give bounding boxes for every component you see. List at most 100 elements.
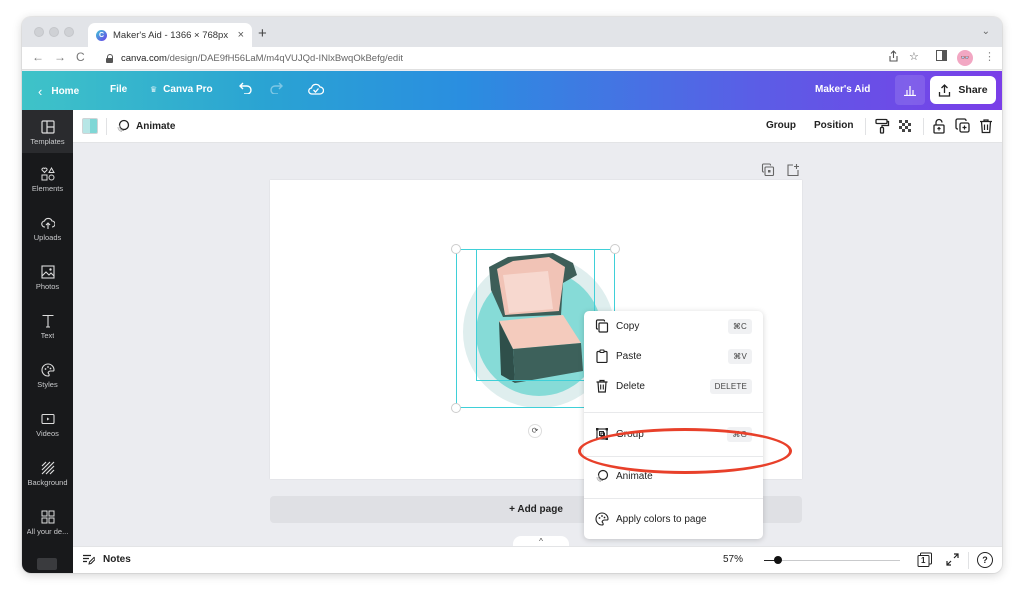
context-toolbar: Animate Group Position (73, 110, 1002, 143)
help-icon: ? (982, 555, 988, 565)
color-swatch-button[interactable] (82, 118, 98, 134)
shortcut-badge: ⌘C (727, 318, 752, 334)
transparency-checker-icon[interactable] (897, 118, 913, 134)
zoom-slider-thumb[interactable] (773, 556, 782, 564)
sidebar-item-text[interactable]: Text (22, 314, 73, 340)
copy-icon (595, 319, 609, 333)
share-page-icon[interactable] (888, 50, 899, 65)
menu-item-apply-colors[interactable]: Apply colors to page (584, 504, 763, 534)
add-page-icon[interactable] (786, 163, 800, 177)
resize-handle-top-right[interactable] (610, 244, 620, 254)
minimize-window-button[interactable] (49, 27, 59, 37)
shortcut-badge: DELETE (709, 378, 752, 394)
menu-item-label: Copy (616, 320, 640, 332)
uploads-icon (40, 217, 55, 229)
trash-icon[interactable] (978, 118, 994, 134)
menu-separator (584, 412, 763, 413)
back-button[interactable]: ← (32, 50, 44, 64)
canva-pro-label: Canva Pro (163, 84, 213, 95)
profile-avatar[interactable]: 👓 (957, 50, 973, 66)
sidebar-item-templates[interactable]: Templates (22, 110, 73, 153)
all-designs-icon (41, 510, 54, 524)
canva-pro-button[interactable]: ♛ Canva Pro (150, 84, 213, 95)
sidebar-item-all-designs[interactable]: All your de... (22, 510, 73, 536)
menu-item-animate[interactable]: Animate (584, 461, 763, 491)
insights-button[interactable] (895, 75, 925, 105)
sidebar-item-videos[interactable]: Videos (22, 412, 73, 438)
sidebar-item-photos[interactable]: Photos (22, 265, 73, 291)
bookmark-star-icon[interactable]: ☆ (909, 50, 919, 63)
animate-label: Animate (136, 120, 176, 132)
undo-button[interactable] (239, 82, 253, 94)
page-count: 1 (921, 556, 926, 565)
sidebar-item-label: Photos (35, 282, 60, 291)
new-tab-button[interactable]: + (258, 25, 267, 42)
rotate-handle-icon[interactable]: ⟳ (528, 424, 542, 438)
bottom-divider (968, 552, 969, 569)
group-button[interactable]: Group (766, 120, 796, 131)
page-count-button[interactable]: 1 (917, 552, 933, 568)
menu-item-copy[interactable]: Copy ⌘C (584, 311, 763, 341)
menu-item-paste[interactable]: Paste ⌘V (584, 341, 763, 371)
close-window-button[interactable] (34, 27, 44, 37)
sidebar-item-styles[interactable]: Styles (22, 363, 73, 389)
fullscreen-button[interactable] (946, 553, 959, 566)
zoom-percentage[interactable]: 57% (723, 554, 743, 565)
side-panel-icon[interactable] (936, 50, 947, 64)
copy-style-paint-roller-icon[interactable] (874, 118, 890, 134)
sidebar-item-label: Background (27, 478, 68, 487)
tab-search-chevron-icon[interactable]: ⌄ (982, 26, 990, 37)
maximize-window-button[interactable] (64, 27, 74, 37)
menu-item-delete[interactable]: Delete DELETE (584, 371, 763, 401)
selection-inner-box (476, 249, 595, 381)
position-label: Position (814, 120, 854, 131)
notes-button[interactable]: Notes (82, 554, 131, 565)
resize-handle-bottom-left[interactable] (451, 403, 461, 413)
menu-item-label: Group (616, 428, 644, 440)
group-label: Group (766, 120, 796, 131)
url-bar[interactable]: canva.com/design/DAE9fH56LaM/m4qVUJQd-IN… (98, 49, 898, 68)
menu-item-label: Paste (616, 350, 642, 362)
styles-icon (40, 363, 55, 377)
toolbar-divider (923, 118, 924, 135)
browser-menu-icon[interactable]: ⋮ (984, 50, 995, 63)
help-button[interactable]: ? (977, 552, 993, 568)
trash-icon (596, 379, 608, 393)
file-menu-button[interactable]: File (110, 84, 127, 95)
unlock-icon[interactable] (931, 118, 947, 134)
resize-handle-top-left[interactable] (451, 244, 461, 254)
sidebar-more-thumbnail[interactable] (37, 558, 57, 570)
tab-close-icon[interactable]: × (238, 29, 244, 41)
duplicate-page-icon[interactable] (761, 163, 775, 177)
sidebar-item-label: Elements (31, 184, 64, 193)
zoom-slider[interactable] (764, 556, 900, 564)
bottom-bar: Notes 57% 1 ? (73, 546, 1002, 573)
share-label: Share (958, 84, 988, 96)
sidebar-item-label: Uploads (33, 233, 62, 242)
notes-label: Notes (103, 554, 131, 565)
templates-icon (40, 120, 55, 134)
redo-button[interactable] (269, 82, 283, 94)
home-button[interactable]: ‹ Home (38, 84, 79, 99)
animate-button[interactable]: Animate (116, 119, 175, 133)
sidebar-item-uploads[interactable]: Uploads (22, 216, 73, 242)
design-name[interactable]: Maker's Aid (815, 84, 870, 95)
position-button[interactable]: Position (814, 120, 853, 131)
home-label: Home (51, 86, 80, 97)
sidebar-item-elements[interactable]: Elements (22, 167, 73, 193)
sidebar-item-background[interactable]: Background (22, 461, 73, 487)
cloud-saved-status[interactable] (308, 82, 324, 95)
upload-share-icon (939, 83, 951, 97)
left-sidebar: Templates Elements Uploads Photos Text S… (22, 110, 73, 573)
address-row: ← → C canva.com/design/DAE9fH56LaM/m4qVU… (22, 47, 1002, 70)
share-button[interactable]: Share (930, 76, 996, 104)
browser-tab[interactable]: C Maker's Aid - 1366 × 768px × (88, 23, 252, 47)
design-name-label: Maker's Aid (815, 84, 871, 95)
reload-button[interactable]: C (76, 50, 85, 64)
forward-button[interactable]: → (54, 50, 66, 64)
chevron-up-icon: ^ (539, 537, 543, 546)
lock-icon (106, 54, 114, 63)
menu-item-group[interactable]: Group ⌘G (584, 419, 763, 449)
expand-icon (946, 553, 959, 566)
duplicate-icon[interactable] (955, 118, 971, 134)
